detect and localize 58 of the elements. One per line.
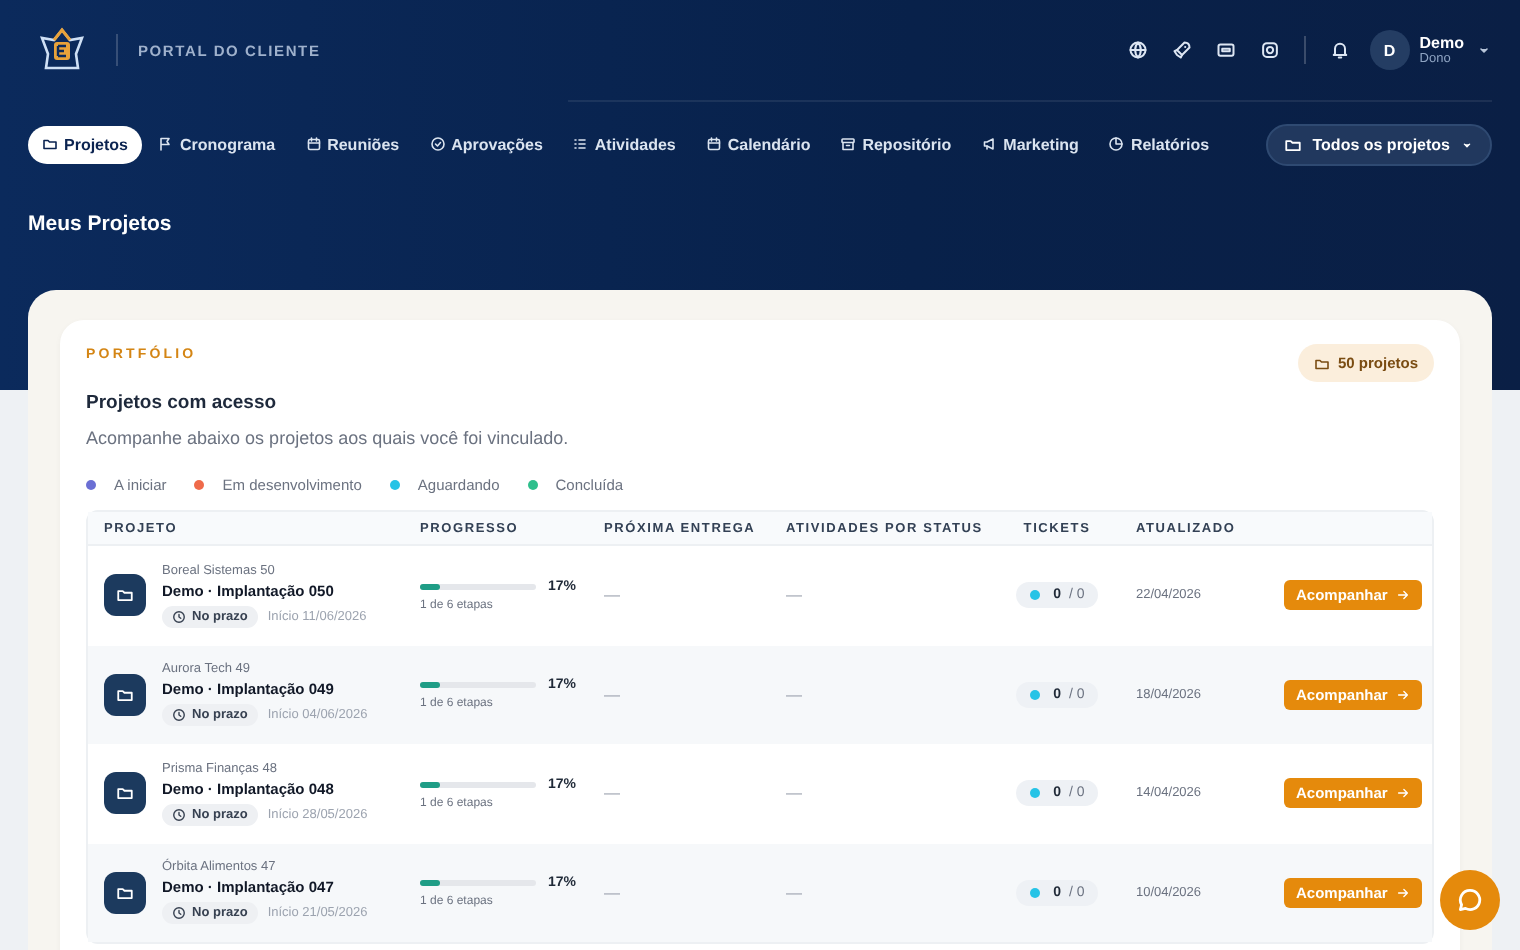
- section-subtitle: Acompanhe abaixo os projetos aos quais você foi vinculado.: [86, 428, 569, 448]
- clock-icon: [172, 807, 186, 822]
- caret-icon: [1476, 42, 1492, 58]
- activities-status: —: [784, 883, 804, 902]
- arrow-right-icon: [1395, 687, 1410, 702]
- nav-tab[interactable]: Projetos: [28, 125, 143, 163]
- list-icon: [572, 136, 589, 152]
- activities-status: —: [784, 685, 804, 704]
- archive-icon: [840, 136, 857, 152]
- activities-status: —: [784, 586, 804, 605]
- nav-tab[interactable]: Marketing: [967, 125, 1093, 163]
- activities-status: —: [784, 784, 804, 803]
- project-filter-dropdown[interactable]: Todos os projetos: [1266, 123, 1492, 165]
- ticket-status-dot: [1029, 689, 1040, 700]
- section-title: Projetos com acesso: [86, 392, 277, 414]
- user-name: Demo: [1419, 34, 1464, 52]
- clock-icon: [172, 609, 186, 624]
- bell-icon: [1329, 40, 1350, 60]
- calendar-icon: [305, 136, 322, 152]
- page-title: Meus Projetos: [28, 212, 172, 236]
- user-avatar[interactable]: D: [1369, 30, 1410, 70]
- ticket-status-dot: [1029, 788, 1040, 799]
- arrow-right-icon: [1395, 786, 1410, 801]
- nav-tab[interactable]: Repositório: [826, 125, 966, 163]
- nav-tab[interactable]: Calendário: [691, 125, 825, 163]
- flag-icon: [158, 136, 175, 152]
- folder-icon: [42, 136, 58, 152]
- logo-icon[interactable]: [36, 26, 88, 74]
- check-circle-icon: [429, 136, 446, 152]
- nav-tab[interactable]: Relatórios: [1094, 125, 1224, 163]
- ticket-status-dot: [1029, 590, 1040, 601]
- chat-bubble-icon: [1456, 886, 1484, 914]
- ticket-status-dot: [1029, 887, 1040, 898]
- next-delivery: —: [602, 784, 622, 803]
- folder-glyph-icon: [116, 586, 134, 605]
- pie-chart-icon: [1108, 136, 1125, 152]
- nav-tab[interactable]: Cronograma: [144, 125, 290, 163]
- folder-glyph-icon: [116, 784, 134, 803]
- calendar-icon: [705, 136, 722, 152]
- folder-glyph-icon: [116, 685, 134, 704]
- next-delivery: —: [602, 883, 622, 902]
- folder-glyph-icon: [116, 883, 134, 902]
- card-icon: [1215, 40, 1236, 60]
- megaphone-icon: [981, 136, 998, 152]
- arrow-right-icon: [1395, 588, 1410, 603]
- caret-icon: [1460, 137, 1474, 151]
- folder-icon: [1284, 135, 1303, 153]
- clock-icon: [172, 708, 186, 723]
- nav-tab[interactable]: Aprovações: [415, 125, 557, 163]
- globe-icon: [1127, 40, 1148, 60]
- camera-icon: [1259, 40, 1280, 60]
- nav-tab[interactable]: Atividades: [558, 125, 690, 163]
- folder-icon: [1313, 355, 1330, 371]
- next-delivery: —: [602, 685, 622, 704]
- arrow-right-icon: [1395, 885, 1410, 900]
- clock-icon: [172, 906, 186, 921]
- next-delivery: —: [602, 586, 622, 605]
- nav-tab[interactable]: Reuniões: [291, 125, 414, 163]
